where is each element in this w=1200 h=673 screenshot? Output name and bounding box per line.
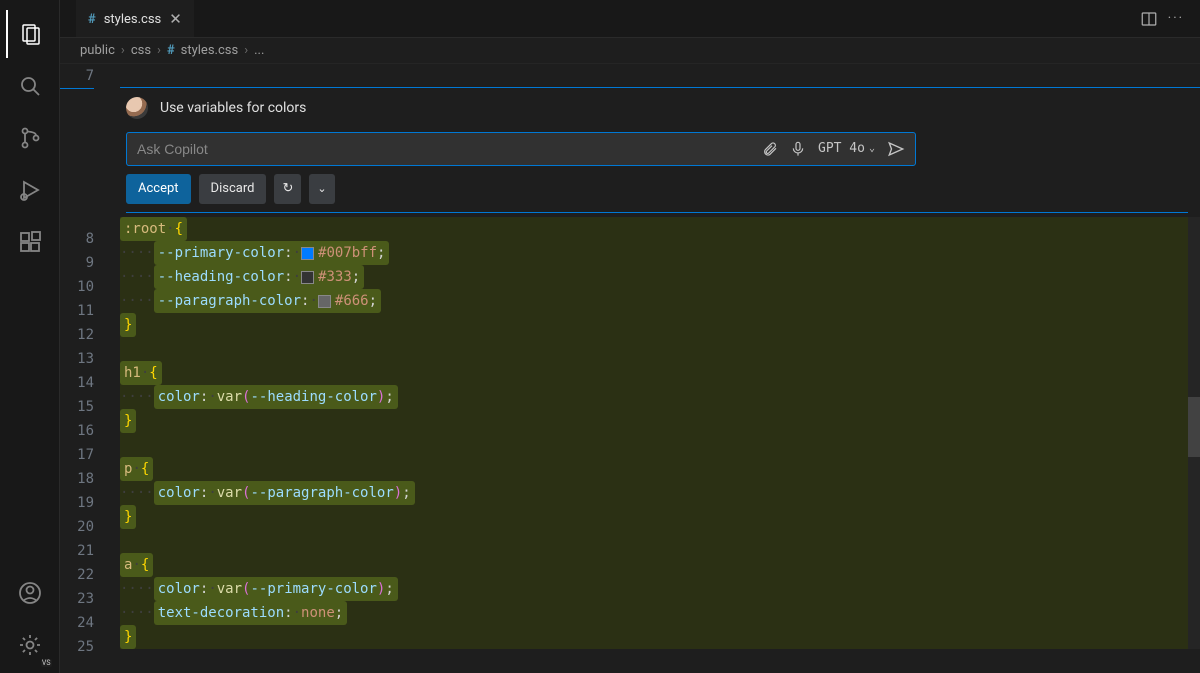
code-line[interactable]: ····--paragraph-color:·#666; [120,289,1200,313]
account-icon[interactable] [6,569,54,617]
code-line[interactable]: h1·{ [120,361,1200,385]
color-swatch-icon[interactable] [301,247,314,260]
code-line[interactable]: ····--heading-color:·#333; [120,265,1200,289]
line-number: 18 [60,467,94,491]
line-number: 20 [60,515,94,539]
code-line[interactable]: ····text-decoration:·none; [120,601,1200,625]
line-number: 8 [60,227,94,251]
copilot-inline-panel: Use variables for colors Ask Copilot GPT… [120,88,1200,213]
color-swatch-icon[interactable] [301,271,314,284]
code-line[interactable]: ····color:·var(--heading-color); [120,385,1200,409]
input-placeholder: Ask Copilot [137,137,750,161]
line-number: 12 [60,323,94,347]
css-file-icon: # [167,43,175,58]
line-number: 24 [60,611,94,635]
code-line[interactable]: } [120,313,1200,337]
debug-icon[interactable] [6,166,54,214]
tab-label: styles.css [104,12,162,27]
tab-styles-css[interactable]: # styles.css ✕ [76,0,194,37]
microphone-icon[interactable] [790,141,806,157]
line-number: 9 [60,251,94,275]
explorer-icon[interactable] [6,10,54,58]
split-editor-icon[interactable] [1140,10,1158,28]
chevron-right-icon: › [157,43,161,58]
regenerate-icon[interactable]: ↻ [274,174,301,204]
tab-actions: ··· [1140,0,1200,37]
copilot-input[interactable]: Ask Copilot GPT 4o ⌄ [126,132,916,166]
code-line[interactable]: p·{ [120,457,1200,481]
attach-icon[interactable] [762,141,778,157]
more-actions-icon[interactable]: ··· [1168,11,1184,26]
code-line[interactable]: } [120,505,1200,529]
line-number: 15 [60,395,94,419]
discard-button[interactable]: Discard [199,174,267,204]
accept-button[interactable]: Accept [126,174,191,204]
user-prompt: Use variables for colors [160,96,306,120]
editor-group: # styles.css ✕ ··· public › css › # styl… [60,0,1200,673]
line-number: 19 [60,491,94,515]
line-number: 11 [60,299,94,323]
breadcrumb[interactable]: public › css › # styles.css › ... [60,38,1200,64]
user-avatar [126,97,148,119]
code-line[interactable]: ····color:·var(--paragraph-color); [120,481,1200,505]
color-swatch-icon[interactable] [318,295,331,308]
line-number: 10 [60,275,94,299]
chevron-down-icon: ⌄ [869,137,875,161]
line-number: 16 [60,419,94,443]
settings-gear-icon[interactable]: VS [6,621,54,669]
code-line[interactable] [120,529,1200,553]
code-line[interactable]: a·{ [120,553,1200,577]
line-number: 13 [60,347,94,371]
source-control-icon[interactable] [6,114,54,162]
code-line[interactable] [120,433,1200,457]
breadcrumb-seg[interactable]: css [131,43,151,58]
search-icon[interactable] [6,62,54,110]
code-area[interactable]: Use variables for colors Ask Copilot GPT… [120,64,1200,673]
line-number: 22 [60,563,94,587]
model-name: GPT 4o [818,137,865,161]
line-number: 25 [60,635,94,659]
line-number: 21 [60,539,94,563]
send-icon[interactable] [887,140,905,158]
line-number: 14 [60,371,94,395]
line-number: 7 [60,64,94,89]
line-number: 17 [60,443,94,467]
chevron-down-icon[interactable]: ⌄ [309,174,334,204]
line-number: 23 [60,587,94,611]
code-line[interactable] [120,337,1200,361]
breadcrumb-seg[interactable]: ... [254,43,264,58]
code-line[interactable]: } [120,625,1200,649]
breadcrumb-seg[interactable]: styles.css [181,43,239,58]
chevron-right-icon: › [121,43,125,58]
chevron-right-icon: › [244,43,248,58]
editor[interactable]: 7 8 9 10 11 12 13 14 15 16 17 18 19 20 2… [60,64,1200,673]
close-icon[interactable]: ✕ [169,10,182,28]
code-line[interactable]: :root·{ [120,217,1200,241]
suggestion-actions: Accept Discard ↻ ⌄ [126,174,1188,213]
line-number-gutter: 7 8 9 10 11 12 13 14 15 16 17 18 19 20 2… [60,64,120,673]
model-selector[interactable]: GPT 4o ⌄ [818,137,875,161]
tabs-bar: # styles.css ✕ ··· [60,0,1200,38]
activity-bar: VS [0,0,60,673]
breadcrumb-seg[interactable]: public [80,43,115,58]
css-file-icon: # [88,12,96,27]
code-line[interactable]: ····--primary-color:·#007bff; [120,241,1200,265]
code-line[interactable]: } [120,409,1200,433]
code-line[interactable]: ····color:·var(--primary-color); [120,577,1200,601]
extensions-icon[interactable] [6,218,54,266]
